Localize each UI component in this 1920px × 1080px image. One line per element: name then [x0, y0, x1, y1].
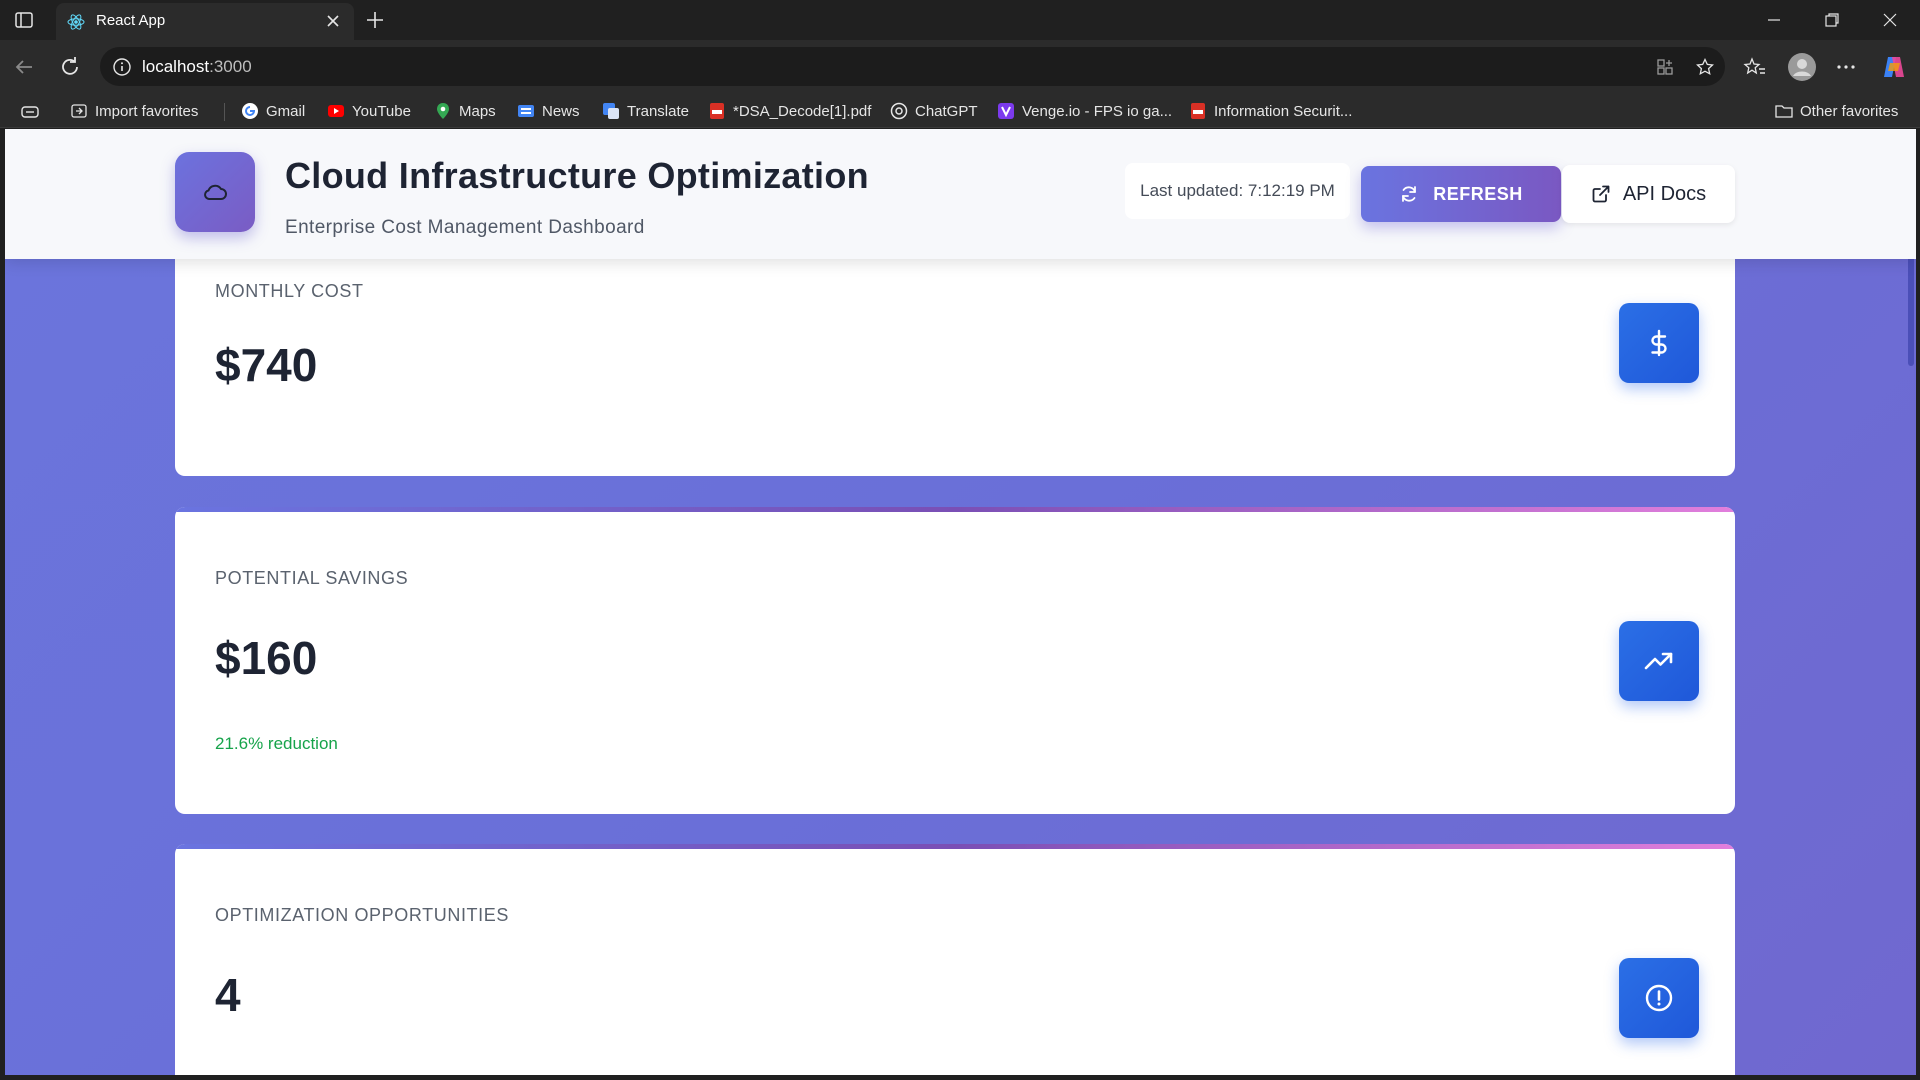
address-bar[interactable]: localhost:3000	[100, 47, 1725, 86]
api-docs-button[interactable]: API Docs	[1562, 165, 1735, 223]
fav-label: Translate	[627, 102, 689, 120]
fav-label: *DSA_Decode[1].pdf	[733, 102, 872, 120]
fav-label: News	[542, 102, 580, 120]
favorite-star-icon[interactable]	[1695, 57, 1715, 77]
external-link-icon	[1592, 185, 1610, 203]
favorites-list-icon[interactable]	[1743, 55, 1767, 79]
card-icon-box	[1619, 303, 1699, 383]
app-logo	[175, 152, 255, 232]
cloud-icon	[204, 184, 227, 200]
fav-label: Import favorites	[95, 102, 199, 120]
sidebar-toggle-icon[interactable]	[14, 10, 34, 30]
copilot-icon[interactable]	[1880, 53, 1908, 81]
import-icon	[71, 104, 87, 118]
fav-label: Other favorites	[1800, 102, 1899, 120]
browser-tab-bar: React App	[0, 0, 1920, 40]
metric-card-potential-savings: POTENTIAL SAVINGS $160 21.6% reduction	[175, 507, 1735, 814]
card-value: $160	[215, 632, 318, 684]
card-label: POTENTIAL SAVINGS	[215, 568, 409, 588]
card-value: $740	[215, 339, 318, 391]
page-subtitle: Enterprise Cost Management Dashboard	[285, 217, 645, 238]
card-value: 4	[215, 969, 241, 1021]
fav-information-security[interactable]: Information Securit...	[1189, 101, 1352, 121]
pdf-icon	[1191, 103, 1205, 119]
browser-tab-active[interactable]: React App	[56, 3, 354, 40]
site-info-icon[interactable]	[112, 57, 132, 77]
url-text[interactable]: localhost:3000	[142, 57, 252, 77]
youtube-icon	[328, 105, 344, 117]
metric-card-monthly-cost: MONTHLY COST $740	[175, 229, 1735, 476]
url-port: :3000	[209, 57, 252, 76]
reload-icon[interactable]	[58, 55, 82, 79]
tab-close-icon[interactable]	[324, 12, 342, 30]
maps-pin-icon	[437, 103, 449, 119]
fav-youtube[interactable]: YouTube	[327, 101, 411, 121]
restore-icon[interactable]	[1822, 10, 1842, 30]
fav-translate[interactable]: Translate	[602, 101, 689, 121]
react-logo-icon	[67, 14, 85, 30]
card-label: MONTHLY COST	[215, 281, 364, 301]
new-tab-icon[interactable]	[364, 9, 386, 31]
fav-venge[interactable]: Venge.io - FPS io ga...	[997, 101, 1172, 121]
url-host: localhost	[142, 57, 210, 76]
fav-dsa-pdf[interactable]: *DSA_Decode[1].pdf	[708, 101, 871, 121]
back-arrow-icon[interactable]	[12, 55, 36, 79]
page-title: Cloud Infrastructure Optimization	[285, 155, 869, 196]
more-options-icon[interactable]	[1834, 55, 1858, 79]
page-scrollbar[interactable]	[1906, 129, 1916, 1075]
fav-label: Information Securit...	[1214, 102, 1353, 120]
page-viewport: Cloud Infrastructure Optimization Enterp…	[5, 129, 1916, 1075]
reading-view-icon[interactable]	[20, 103, 40, 121]
folder-icon	[1775, 105, 1793, 118]
alert-circle-icon	[1645, 984, 1673, 1012]
api-docs-label: API Docs	[1622, 182, 1707, 205]
last-updated-timestamp: Last updated: 7:12:19 PM	[1125, 163, 1350, 219]
tab-title: React App	[96, 12, 166, 29]
fav-label: Gmail	[266, 102, 306, 120]
fav-import-favorites[interactable]: Import favorites	[70, 101, 198, 121]
card-accent-bar	[175, 507, 1735, 512]
card-icon-box	[1619, 958, 1699, 1038]
app-header: Cloud Infrastructure Optimization Enterp…	[5, 129, 1916, 259]
pdf-icon	[710, 103, 724, 119]
favorites-bar: Import favorites Gmail YouTube Maps News…	[0, 94, 1920, 128]
google-icon	[242, 103, 258, 119]
fav-news[interactable]: News	[517, 101, 580, 121]
app-available-icon[interactable]	[1655, 57, 1675, 77]
card-accent-bar	[175, 844, 1735, 849]
card-icon-box	[1619, 621, 1699, 701]
fav-chatgpt[interactable]: ChatGPT	[890, 101, 978, 121]
fav-label: ChatGPT	[915, 102, 978, 120]
fav-gmail[interactable]: Gmail	[241, 101, 305, 121]
fav-other-favorites[interactable]: Other favorites	[1775, 101, 1898, 121]
fav-label: YouTube	[352, 102, 411, 120]
fav-maps[interactable]: Maps	[434, 101, 496, 121]
translate-icon	[603, 103, 619, 119]
trending-up-icon	[1644, 652, 1673, 670]
minimize-icon[interactable]	[1764, 10, 1784, 30]
news-icon	[518, 105, 534, 117]
favorites-divider	[224, 103, 225, 121]
close-window-icon[interactable]	[1880, 10, 1900, 30]
dollar-icon	[1651, 329, 1667, 357]
refresh-label: REFRESH	[1433, 183, 1523, 204]
profile-avatar-icon[interactable]	[1787, 52, 1817, 82]
savings-percentage: 21.6% reduction	[215, 734, 338, 753]
refresh-button[interactable]: REFRESH	[1361, 166, 1561, 222]
metric-card-optimization-opportunities: OPTIMIZATION OPPORTUNITIES 4	[175, 844, 1735, 1075]
fav-label: Maps	[459, 102, 496, 120]
venge-icon	[998, 103, 1014, 119]
browser-toolbar: localhost:3000	[0, 40, 1920, 94]
card-label: OPTIMIZATION OPPORTUNITIES	[215, 905, 509, 925]
fav-label: Venge.io - FPS io ga...	[1022, 102, 1173, 120]
chatgpt-icon	[890, 102, 908, 120]
refresh-icon	[1402, 186, 1417, 202]
